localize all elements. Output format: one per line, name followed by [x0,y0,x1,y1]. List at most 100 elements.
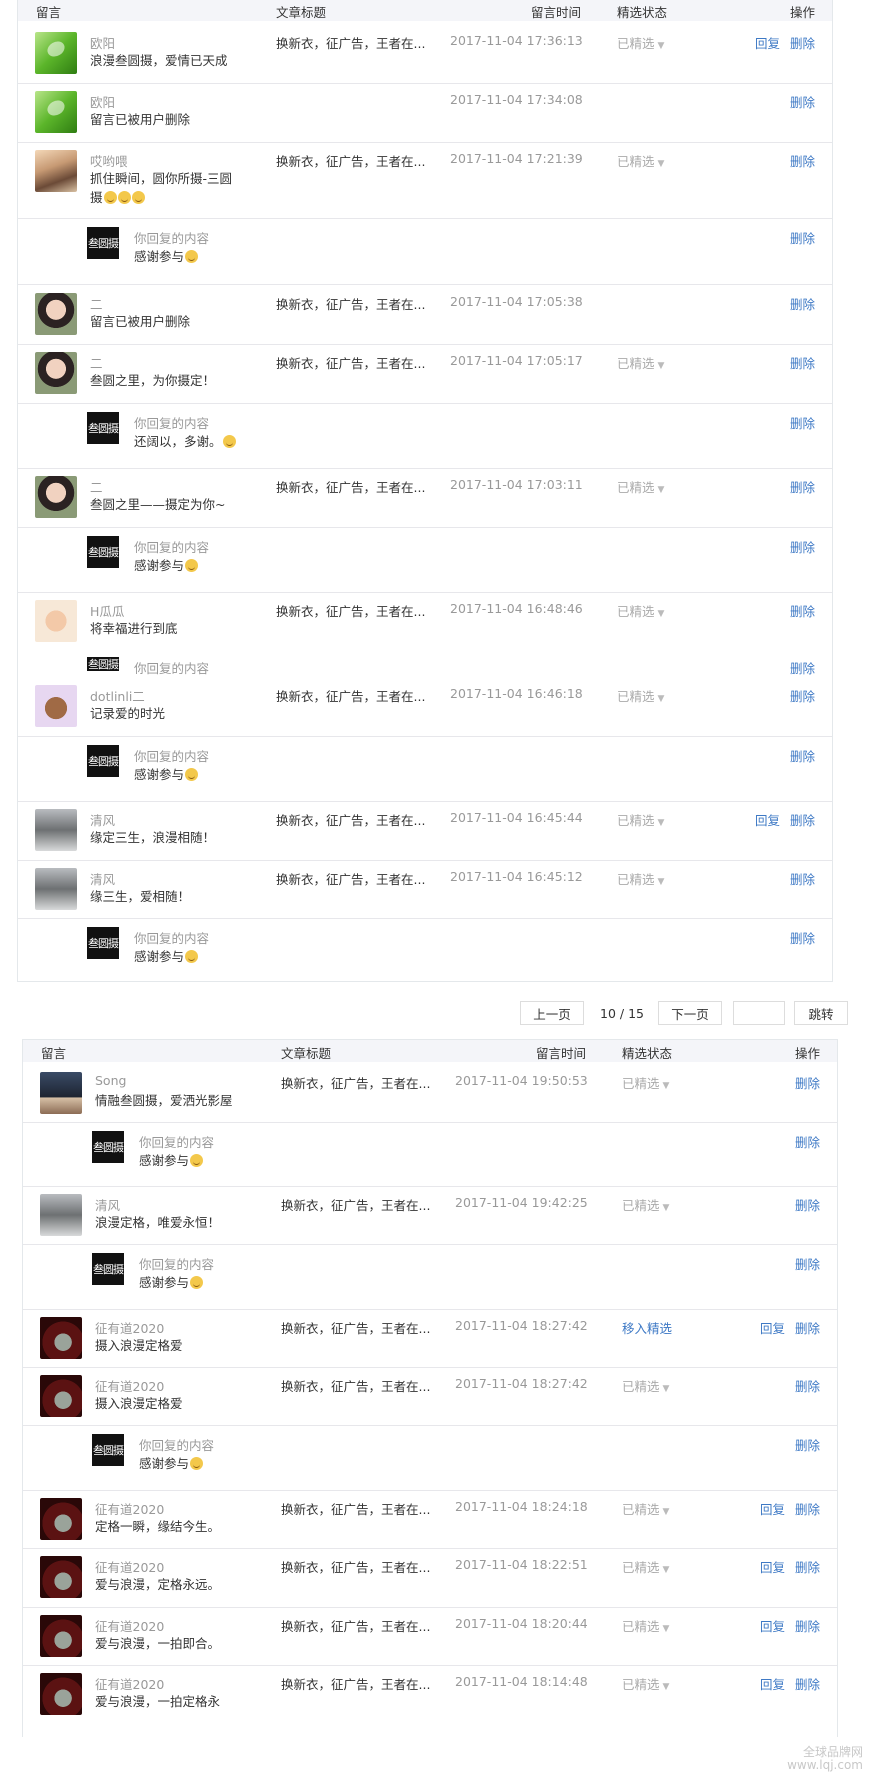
delete-button[interactable]: 删除 [795,1132,820,1151]
featured-status[interactable]: 已精选 ▼ [617,601,664,620]
delete-button[interactable]: 删除 [790,869,815,888]
page-jump-input[interactable] [733,1001,785,1025]
delete-button[interactable]: 删除 [795,1674,820,1693]
article-title[interactable]: 换新衣，征广告，王者在... [276,810,425,829]
avatar [35,600,77,642]
reply-button[interactable]: 回复 [755,33,780,52]
table-row: 二 叁圆之里，为你摄定！ 换新衣，征广告，王者在... 2017-11-04 1… [18,344,832,404]
table-row: 征有道2020 爱与浪漫，一拍定格永 换新衣，征广告，王者在... 2017-1… [23,1665,837,1738]
article-title[interactable]: 换新衣，征广告，王者在... [281,1616,430,1635]
prev-page-button[interactable]: 上一页 [520,1001,584,1025]
delete-button[interactable]: 删除 [795,1318,820,1337]
comment-text: 浪漫叁圆摄，爱情已天成 [90,53,228,68]
featured-status[interactable]: 已精选 ▼ [622,1499,669,1518]
chevron-down-icon: ▼ [657,41,665,51]
featured-status[interactable]: 已精选 ▼ [617,477,664,496]
article-title[interactable]: 换新衣，征广告，王者在... [276,33,425,52]
reply-button[interactable]: 回复 [755,810,780,829]
chevron-down-icon: ▼ [657,361,665,371]
article-title[interactable]: 换新衣，征广告，王者在... [276,686,425,705]
commenter-name: 征有道2020 [95,1677,165,1692]
delete-button[interactable]: 删除 [790,686,815,705]
delete-button[interactable]: 删除 [790,928,815,947]
reply-button[interactable]: 回复 [760,1499,785,1518]
featured-status[interactable]: 已精选 ▼ [622,1557,669,1576]
article-title[interactable]: 换新衣，征广告，王者在... [281,1376,430,1395]
delete-button[interactable]: 删除 [795,1557,820,1576]
article-title[interactable]: 换新衣，征广告，王者在... [276,353,425,372]
delete-button[interactable]: 删除 [795,1435,820,1454]
delete-button[interactable]: 删除 [795,1376,820,1395]
featured-status[interactable]: 已精选 ▼ [617,151,664,170]
table-row: 清风 缘三生，爱相随！ 换新衣，征广告，王者在... 2017-11-04 16… [18,860,832,919]
article-title[interactable]: 换新衣，征广告，王者在... [276,601,425,620]
delete-button[interactable]: 删除 [795,1499,820,1518]
comment-text: 爱与浪漫，一拍即合。 [95,1636,221,1651]
header-comment: 留言 [36,5,62,20]
featured-status[interactable]: 已精选 ▼ [622,1195,669,1214]
delete-button[interactable]: 删除 [790,228,815,247]
comment-time: 2017-11-04 18:27:42 [455,1318,588,1333]
article-title[interactable]: 换新衣，征广告，王者在... [281,1499,430,1518]
comment-time: 2017-11-04 17:21:39 [450,151,583,166]
article-title[interactable]: 换新衣，征广告，王者在... [281,1073,430,1092]
move-to-featured-button[interactable]: 移入精选 [622,1318,672,1337]
featured-status[interactable]: 已精选 ▼ [617,353,664,372]
header-time: 留言时间 [531,5,582,20]
next-page-button[interactable]: 下一页 [658,1001,722,1025]
delete-button[interactable]: 删除 [790,601,815,620]
delete-button[interactable]: 删除 [790,92,815,111]
delete-button[interactable]: 删除 [795,1254,820,1273]
article-title[interactable]: 换新衣，征广告，王者在... [281,1195,430,1214]
brand-logo: 叁圆摄 [87,412,119,444]
delete-button[interactable]: 删除 [790,810,815,829]
article-title[interactable]: 换新衣，征广告，王者在... [281,1318,430,1337]
reply-row: 叁圆摄 你回复的内容 感谢参与 删除 [18,736,832,802]
header-article: 文章标题 [276,5,327,20]
table-row: 征有道2020 定格一瞬，缘结今生。 换新衣，征广告，王者在... 2017-1… [23,1490,837,1549]
featured-status[interactable]: 已精选 ▼ [617,869,664,888]
commenter-name: 征有道2020 [95,1321,165,1336]
delete-button[interactable]: 删除 [795,1616,820,1635]
delete-button[interactable]: 删除 [790,746,815,765]
article-title[interactable]: 换新衣，征广告，王者在... [276,477,425,496]
reply-text: 感谢参与 [139,1273,204,1292]
chevron-down-icon: ▼ [657,877,665,887]
article-title[interactable]: 换新衣，征广告，王者在... [281,1674,430,1693]
reply-button[interactable]: 回复 [760,1674,785,1693]
delete-button[interactable]: 删除 [790,151,815,170]
reply-button[interactable]: 回复 [760,1616,785,1635]
delete-button[interactable]: 删除 [795,1073,820,1092]
reply-button[interactable]: 回复 [760,1318,785,1337]
featured-status[interactable]: 已精选 ▼ [622,1376,669,1395]
featured-status[interactable]: 已精选 ▼ [617,810,664,829]
delete-button[interactable]: 删除 [790,294,815,313]
featured-status[interactable]: 已精选 ▼ [622,1674,669,1693]
header-article: 文章标题 [281,1046,332,1061]
avatar [35,868,77,910]
jump-button[interactable]: 跳转 [794,1001,848,1025]
delete-button[interactable]: 删除 [790,537,815,556]
article-title[interactable]: 换新衣，征广告，王者在... [276,869,425,888]
featured-status[interactable]: 已精选 ▼ [622,1616,669,1635]
comment-time: 2017-11-04 17:05:38 [450,294,583,309]
article-title[interactable]: 换新衣，征广告，王者在... [276,151,425,170]
comment-time: 2017-11-04 17:34:08 [450,92,583,107]
delete-button[interactable]: 删除 [790,477,815,496]
avatar [35,91,77,133]
brand-logo: 叁圆摄 [87,657,119,671]
commenter-name: 二 [90,297,103,312]
article-title[interactable]: 换新衣，征广告，王者在... [276,294,425,313]
delete-button[interactable]: 删除 [790,658,815,677]
featured-status[interactable]: 已精选 ▼ [617,686,664,705]
featured-status[interactable]: 已精选 ▼ [622,1073,669,1092]
featured-status[interactable]: 已精选 ▼ [617,33,664,52]
article-title[interactable]: 换新衣，征广告，王者在... [281,1557,430,1576]
delete-button[interactable]: 删除 [795,1195,820,1214]
chevron-down-icon: ▼ [662,1081,670,1091]
delete-button[interactable]: 删除 [790,353,815,372]
delete-button[interactable]: 删除 [790,413,815,432]
delete-button[interactable]: 删除 [790,33,815,52]
reply-button[interactable]: 回复 [760,1557,785,1576]
table-row: 征有道2020 摄入浪漫定格爱 换新衣，征广告，王者在... 2017-11-0… [23,1309,837,1368]
